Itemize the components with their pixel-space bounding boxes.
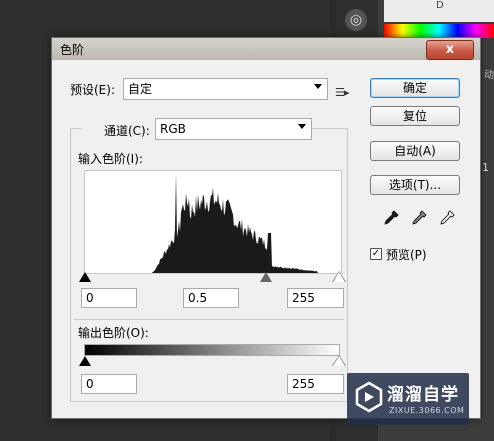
input-gamma-field[interactable]: 0.5 [183, 288, 239, 308]
reset-button[interactable]: 复位 [370, 106, 460, 126]
preset-label: 预设(E): [70, 83, 115, 97]
chevron-down-icon [314, 84, 322, 89]
output-gradient-bar [84, 344, 340, 356]
histogram [84, 170, 342, 274]
spiral-icon[interactable]: ◎ [345, 9, 367, 31]
menu-lines-icon[interactable]: ☰▸ [335, 86, 349, 99]
input-white-field[interactable]: 255 [287, 288, 344, 308]
ok-button[interactable]: 确定 [370, 78, 460, 98]
dialog-title: 色阶 [60, 43, 85, 57]
preset-select[interactable]: 自定 [123, 78, 328, 100]
input-slider[interactable] [79, 271, 346, 282]
preview-label: 预览(P) [386, 248, 427, 262]
close-button[interactable]: x [426, 40, 474, 60]
channel-value: RGB [160, 122, 186, 136]
auto-button[interactable]: 自动(A) [370, 141, 460, 161]
color-spectrum[interactable] [384, 24, 494, 38]
output-black-field[interactable]: 0 [81, 374, 137, 394]
preset-value: 自定 [128, 82, 153, 96]
output-slider[interactable] [79, 355, 346, 366]
input-levels-label: 输入色阶(I): [78, 152, 143, 166]
channel-select[interactable]: RGB [155, 118, 312, 140]
output-white-slider[interactable] [333, 356, 345, 366]
chevron-down-icon [298, 124, 306, 129]
input-gray-slider[interactable] [260, 272, 272, 282]
channel-label: 通道(C): [104, 124, 150, 138]
panel-side-label: 动 [484, 70, 494, 81]
panel-header: D [384, 0, 494, 22]
output-black-slider[interactable] [79, 356, 91, 366]
levels-dialog: 色阶 x 预设(E): 自定 ☰▸ 确定 复位 自动(A) 选项(T)... ✓… [51, 37, 481, 419]
watermark-title: 溜溜自学 [387, 385, 459, 405]
histogram-fill [85, 173, 341, 273]
watermark-subtitle: ZIXUE.3066.COM [389, 406, 465, 415]
panel-side-number: 1 [482, 161, 489, 174]
options-button[interactable]: 选项(T)... [370, 175, 460, 195]
input-black-field[interactable]: 0 [81, 288, 137, 308]
watermark: 溜溜自学 ZIXUE.3066.COM [347, 373, 469, 425]
white-point-eyedropper-icon[interactable] [439, 210, 455, 226]
panel-glyph: D [436, 0, 444, 11]
histogram-graph [85, 173, 341, 273]
watermark-logo-icon [355, 381, 383, 413]
output-white-field[interactable]: 255 [287, 374, 344, 394]
black-point-eyedropper-icon[interactable] [383, 210, 399, 226]
section-divider [74, 319, 344, 320]
title-bar[interactable]: 色阶 x [52, 38, 480, 60]
gray-point-eyedropper-icon[interactable] [411, 210, 427, 226]
input-white-slider[interactable] [333, 272, 345, 282]
input-black-slider[interactable] [79, 272, 91, 282]
output-levels-label: 输出色阶(O): [78, 326, 149, 340]
preview-checkbox[interactable]: ✓ [370, 248, 382, 260]
